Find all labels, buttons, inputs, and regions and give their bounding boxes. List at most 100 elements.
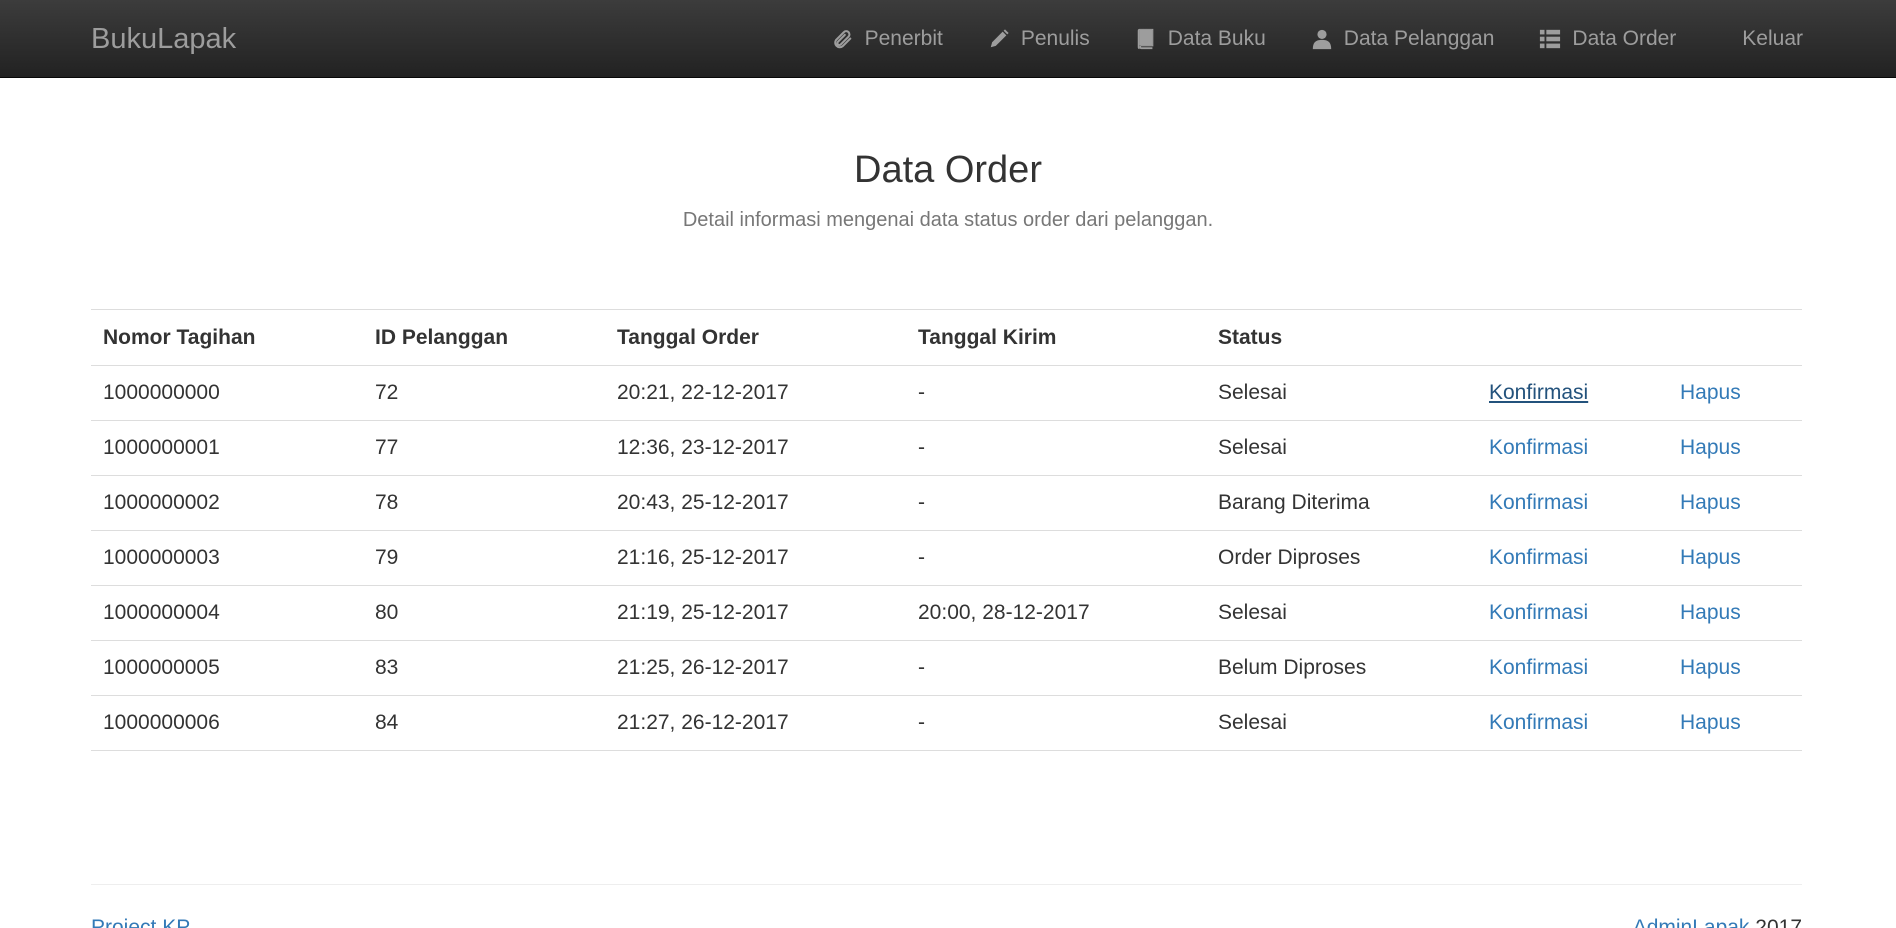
- list-icon: [1538, 27, 1562, 51]
- cell-tanggal-kirim: -: [906, 640, 1206, 696]
- cell-id-pelanggan: 72: [363, 365, 605, 421]
- hapus-link[interactable]: Hapus: [1680, 436, 1741, 459]
- hapus-link[interactable]: Hapus: [1680, 546, 1741, 569]
- cell-tanggal-kirim: -: [906, 365, 1206, 421]
- nav-item-data-order[interactable]: Data Order: [1516, 0, 1698, 78]
- page-subtitle: Detail informasi mengenai data status or…: [682, 209, 1214, 231]
- logout-link[interactable]: Keluar: [1698, 0, 1803, 78]
- cell-status: Selesai: [1206, 420, 1477, 476]
- cell-confirm: Konfirmasi: [1477, 420, 1668, 476]
- nav-item-label: Data Pelanggan: [1343, 27, 1495, 50]
- cell-status: Order Diproses: [1206, 530, 1477, 586]
- hapus-link[interactable]: Hapus: [1680, 491, 1741, 514]
- hapus-link[interactable]: Hapus: [1680, 711, 1741, 734]
- cell-tanggal-order: 12:36, 23-12-2017: [605, 420, 906, 476]
- cell-status: Barang Diterima: [1206, 475, 1477, 531]
- konfirmasi-link[interactable]: Konfirmasi: [1489, 656, 1588, 679]
- konfirmasi-link[interactable]: Konfirmasi: [1489, 436, 1588, 459]
- table-row: 1000000005 83 21:25, 26-12-2017 - Belum …: [91, 640, 1802, 696]
- cell-id-pelanggan: 77: [363, 420, 605, 476]
- table-header-row: Nomor Tagihan ID Pelanggan Tanggal Order…: [91, 309, 1802, 366]
- footer-divider: [91, 884, 1802, 885]
- hapus-link[interactable]: Hapus: [1680, 381, 1741, 404]
- cell-confirm: Konfirmasi: [1477, 695, 1668, 751]
- cell-delete: Hapus: [1668, 585, 1802, 641]
- column-header-confirm: [1477, 309, 1668, 366]
- column-header-status: Status: [1206, 309, 1477, 366]
- column-header-tanggal-order: Tanggal Order: [605, 309, 906, 366]
- column-header-id-pelanggan: ID Pelanggan: [363, 309, 605, 366]
- cell-nomor-tagihan: 1000000003: [91, 530, 363, 586]
- nav-item-penerbit[interactable]: Penerbit: [809, 0, 965, 78]
- nav-item-data-pelanggan[interactable]: Data Pelanggan: [1288, 0, 1517, 78]
- cell-status: Selesai: [1206, 585, 1477, 641]
- cell-delete: Hapus: [1668, 475, 1802, 531]
- cell-delete: Hapus: [1668, 695, 1802, 751]
- nav-item-penulis[interactable]: Penulis: [965, 0, 1112, 78]
- paperclip-icon: [831, 27, 855, 51]
- footer-admin-link[interactable]: AdminLapak: [1633, 916, 1750, 928]
- hapus-link[interactable]: Hapus: [1680, 601, 1741, 624]
- cell-confirm: Konfirmasi: [1477, 585, 1668, 641]
- cell-tanggal-kirim: -: [906, 475, 1206, 531]
- order-table-container: Nomor Tagihan ID Pelanggan Tanggal Order…: [91, 309, 1802, 751]
- cell-nomor-tagihan: 1000000001: [91, 420, 363, 476]
- table-row: 1000000002 78 20:43, 25-12-2017 - Barang…: [91, 475, 1802, 531]
- cell-id-pelanggan: 79: [363, 530, 605, 586]
- konfirmasi-link[interactable]: Konfirmasi: [1489, 711, 1588, 734]
- column-header-tanggal-kirim: Tanggal Kirim: [906, 309, 1206, 366]
- table-row: 1000000003 79 21:16, 25-12-2017 - Order …: [91, 530, 1802, 586]
- book-icon: [1134, 27, 1158, 51]
- top-navbar: BukuLapak Penerbit Penulis Data Buku Dat…: [0, 0, 1896, 78]
- cell-tanggal-order: 21:27, 26-12-2017: [605, 695, 906, 751]
- konfirmasi-link[interactable]: Konfirmasi: [1489, 491, 1588, 514]
- cell-delete: Hapus: [1668, 530, 1802, 586]
- nav-item-label: Data Order: [1572, 27, 1677, 50]
- cell-id-pelanggan: 80: [363, 585, 605, 641]
- cell-confirm: Konfirmasi: [1477, 640, 1668, 696]
- cell-id-pelanggan: 78: [363, 475, 605, 531]
- cell-id-pelanggan: 83: [363, 640, 605, 696]
- cell-tanggal-kirim: -: [906, 530, 1206, 586]
- cell-status: Belum Diproses: [1206, 640, 1477, 696]
- nav-menu: Penerbit Penulis Data Buku Data Pelangga…: [809, 0, 1803, 78]
- cell-tanggal-order: 20:21, 22-12-2017: [605, 365, 906, 421]
- column-header-nomor-tagihan: Nomor Tagihan: [91, 309, 363, 366]
- cell-id-pelanggan: 84: [363, 695, 605, 751]
- nav-item-data-buku[interactable]: Data Buku: [1112, 0, 1288, 78]
- table-row: 1000000006 84 21:27, 26-12-2017 - Selesa…: [91, 695, 1802, 751]
- cell-delete: Hapus: [1668, 640, 1802, 696]
- cell-tanggal-kirim: 20:00, 28-12-2017: [906, 585, 1206, 641]
- brand-link[interactable]: BukuLapak: [91, 0, 236, 78]
- cell-confirm: Konfirmasi: [1477, 530, 1668, 586]
- table-row: 1000000001 77 12:36, 23-12-2017 - Selesa…: [91, 420, 1802, 476]
- cell-tanggal-order: 21:19, 25-12-2017: [605, 585, 906, 641]
- cell-nomor-tagihan: 1000000000: [91, 365, 363, 421]
- cell-tanggal-kirim: -: [906, 695, 1206, 751]
- cell-confirm: Konfirmasi: [1477, 475, 1668, 531]
- cell-nomor-tagihan: 1000000006: [91, 695, 363, 751]
- footer-project-link[interactable]: Project KP: [91, 916, 190, 928]
- konfirmasi-link[interactable]: Konfirmasi: [1489, 601, 1588, 624]
- page-title: Data Order: [854, 149, 1042, 191]
- cell-delete: Hapus: [1668, 365, 1802, 421]
- cell-status: Selesai: [1206, 365, 1477, 421]
- konfirmasi-link[interactable]: Konfirmasi: [1489, 381, 1588, 404]
- cell-tanggal-order: 21:16, 25-12-2017: [605, 530, 906, 586]
- cell-delete: Hapus: [1668, 420, 1802, 476]
- cell-nomor-tagihan: 1000000002: [91, 475, 363, 531]
- hapus-link[interactable]: Hapus: [1680, 656, 1741, 679]
- pencil-icon: [987, 27, 1011, 51]
- cell-tanggal-order: 20:43, 25-12-2017: [605, 475, 906, 531]
- nav-item-label: Penulis: [1020, 27, 1090, 50]
- nav-item-label: Penerbit: [864, 27, 943, 50]
- order-table: Nomor Tagihan ID Pelanggan Tanggal Order…: [91, 309, 1802, 751]
- nav-item-label: Data Buku: [1167, 27, 1266, 50]
- cell-nomor-tagihan: 1000000004: [91, 585, 363, 641]
- footer-year: 2017: [1755, 916, 1802, 928]
- konfirmasi-link[interactable]: Konfirmasi: [1489, 546, 1588, 569]
- table-row: 1000000004 80 21:19, 25-12-2017 20:00, 2…: [91, 585, 1802, 641]
- cell-nomor-tagihan: 1000000005: [91, 640, 363, 696]
- cell-tanggal-order: 21:25, 26-12-2017: [605, 640, 906, 696]
- footer-credit: AdminLapak 2017: [1633, 916, 1802, 928]
